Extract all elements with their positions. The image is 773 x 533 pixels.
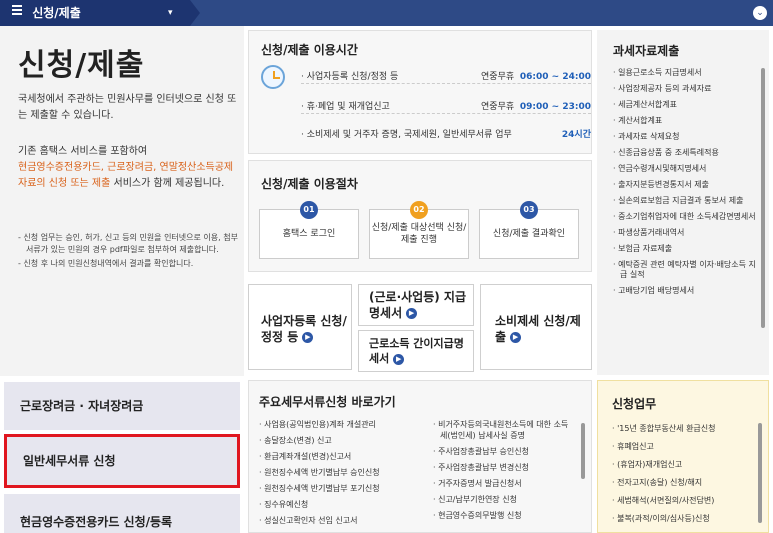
list-item[interactable]: · 성실신고확인자 선임 신고서 [259,515,429,526]
list-item[interactable]: · 현금영수증의무발행 신청 [433,510,575,521]
list-item[interactable]: · 일용근로소득 지급명세서 [613,68,763,78]
list-item[interactable]: · 비거주자등의국내원천소득에 대한 소득세(법인세) 납세사실 증명 [433,419,575,441]
list-item[interactable]: · 사업용(공익법인용)계좌 개설관리 [259,419,429,430]
intro-services-prefix: 기존 홈택스 서비스를 포함하여 [18,146,148,157]
step-number-badge: 03 [520,201,538,219]
list-item[interactable]: · 실손의료보험금 지급결과 통보서 제출 [613,196,763,206]
tax-data-title: 과세자료제출 [613,44,680,58]
list-item[interactable]: · 사업장제공자 등의 과세자료 [613,84,763,94]
clock-icon [261,65,285,89]
list-item[interactable]: · 원천징수세액 반기별납부 승인신청 [259,467,429,478]
list-item[interactable]: · 고배당기업 배당명세서 [613,286,763,296]
intro-note: - 신청 업무는 승인, 허가, 신고 등의 민원을 인터넷으로 이용, 첨부서… [18,233,238,254]
breadcrumb-arrow [190,0,200,26]
hours-row-label: · 휴·폐업 및 재개업신고 [301,102,390,112]
list-item[interactable]: · 불복(과적/이의/심사등)신청 [612,513,760,524]
tax-documents-shortcuts: 주요세무서류신청 바로가기 · 사업용(공익법인용)계좌 개설관리 · 송달장소… [248,380,592,533]
list-item[interactable]: · 휴폐업신고 [612,441,760,452]
list-item[interactable]: · 세금계산서합계표 [613,100,763,110]
procedure-title: 신청/제출 이용절차 [261,177,358,191]
top-nav-bar: 신청/제출 ▾ ⌄ [0,0,773,26]
list-item[interactable]: · 거주자증명서 발급신청서 [433,478,575,489]
step-number-badge: 01 [300,201,318,219]
scrollbar[interactable] [758,423,762,523]
chevron-down-icon: ▾ [168,8,173,18]
list-item[interactable]: · 파생상품거래내역서 [613,228,763,238]
menu-card-general-tax-documents[interactable]: 일반세무서류 신청 [4,434,240,488]
hours-row-label: · 소비제세 및 거주자 증명, 국제세원, 일반세무서류 업무 [301,130,512,140]
list-item[interactable]: · 징수유예신청 [259,499,429,510]
breadcrumb-label: 신청/제출 [32,6,81,20]
intro-services-suffix: 서비스가 함께 제공됩니다. [113,178,225,189]
intro-services: 기존 홈택스 서비스를 포함하여 현금영수증전용카드, 근로장려금, 연말정산소… [18,144,240,192]
service-hours-title: 신청/제출 이용시간 [261,43,358,57]
quick-link-business-registration[interactable]: 사업자등록 신청/정정 등 ▶ [248,284,352,370]
scrollbar[interactable] [761,68,765,328]
hours-time: 09:00 ~ 23:00 [519,102,591,112]
arrow-right-icon: ▶ [393,353,405,365]
menu-card-earned-income-credit[interactable]: 근로장려금 · 자녀장려금 [4,382,240,430]
page-title: 신청/제출 [18,48,145,83]
hours-time: 24시간 [561,130,591,140]
service-hours-panel: 신청/제출 이용시간 · 사업자등록 신청/정정 등 연중무휴 06:00 ~ … [248,30,592,154]
list-item[interactable]: · 예탁증권 관련 예탁자별 이자·배당소득 지급 실적 [613,260,763,280]
quick-link-simple-statement[interactable]: 근로소득 간이지급명세서 ▶ [358,330,474,372]
quick-link-label: (근로·사업등) 지급명세서 [369,290,466,320]
list-item[interactable]: · (휴업자)재개업신고 [612,459,760,470]
intro-note: - 신청 후 나의 민원신청내역에서 결과를 확인합니다. [18,259,194,268]
list-item[interactable]: · 주사업장총괄납부 승인신청 [433,446,575,457]
list-item[interactable]: · 연금수령개시및해지명세서 [613,164,763,174]
scrollbar[interactable] [581,423,585,479]
divider [301,113,591,114]
tax-data-list: · 일용근로소득 지급명세서 · 사업장제공자 등의 과세자료 · 세금계산서합… [613,68,763,302]
list-item[interactable]: · 신고/납부기한연장 신청 [433,494,575,505]
arrow-right-icon: ▶ [406,308,418,319]
quick-link-payment-statement[interactable]: (근로·사업등) 지급명세서 ▶ [358,284,474,326]
arrow-right-icon: ▶ [302,332,314,343]
hours-row-time: 연중무휴 06:00 ~ 24:00 [481,69,591,82]
hours-row-label: · 사업자등록 신청/정정 등 [301,72,399,82]
list-item[interactable]: · 신종금융상품 중 조세특례적용 [613,148,763,158]
list-item[interactable]: · 원천징수세액 반기별납부 포기신청 [259,483,429,494]
hours-row-time: 24시간 [562,127,591,140]
tax-documents-column: · 사업용(공익법인용)계좌 개설관리 · 송달장소(변경) 신고 · 환급계좌… [259,419,429,531]
quick-link-consumption-tax[interactable]: 소비제세 신청/제출 ▶ [480,284,592,370]
list-item[interactable]: · '15년 종합부동산세 환급신청 [612,423,760,434]
hamburger-icon [12,3,22,17]
business-title: 신청업무 [612,397,657,411]
quick-link-label: 소비제세 신청/제출 [495,314,581,344]
tax-documents-title: 주요세무서류신청 바로가기 [259,395,396,409]
hours-time: 06:00 ~ 24:00 [519,72,591,82]
intro-panel: 신청/제출 국세청에서 주관하는 민원사무를 인터넷으로 신청 또는 제출할 수… [0,26,244,376]
quick-link-label: 근로소득 간이지급명세서 [369,337,464,365]
step-number-badge: 02 [410,201,428,219]
tax-data-panel: 과세자료제출 · 일용근로소득 지급명세서 · 사업장제공자 등의 과세자료 ·… [597,30,769,375]
list-item[interactable]: · 계산서합계표 [613,116,763,126]
hours-row-time: 연중무휴 09:00 ~ 23:00 [481,99,591,112]
breadcrumb-menu[interactable]: 신청/제출 ▾ [0,0,190,26]
tax-documents-column: · 비거주자등의국내원천소득에 대한 소득세(법인세) 납세사실 증명 · 주사… [433,419,575,526]
list-item[interactable]: · 전자고지(송달) 신청/해지 [612,477,760,488]
business-list: · '15년 종합부동산세 환급신청 · 휴폐업신고 · (휴업자)재개업신고 … [612,423,760,531]
list-item[interactable]: · 세법해석(서면질의/사전답변) [612,495,760,506]
expand-button[interactable]: ⌄ [753,6,767,20]
business-panel: 신청업무 · '15년 종합부동산세 환급신청 · 휴폐업신고 · (휴업자)재… [597,380,769,533]
divider [301,83,591,84]
list-item[interactable]: · 주사업장총괄납부 변경신청 [433,462,575,473]
list-item[interactable]: · 중소기업취업자에 대한 소득세감면명세서 [613,212,763,222]
intro-notes: - 신청 업무는 승인, 허가, 신고 등의 민원을 인터넷으로 이용, 첨부서… [18,232,240,272]
procedure-panel: 신청/제출 이용절차 홈택스 로그인 신청/제출 대상선택 신청/제출 진행 신… [248,160,592,272]
list-item[interactable]: · 과세자료 삭제요청 [613,132,763,142]
list-item[interactable]: · 송달장소(변경) 신고 [259,435,429,446]
hours-prefix: 연중무휴 [481,102,515,112]
hours-prefix: 연중무휴 [481,72,515,82]
list-item[interactable]: · 보험금 자료제출 [613,244,763,254]
arrow-right-icon: ▶ [510,332,522,343]
list-item[interactable]: · 출자지분등변경통지서 제출 [613,180,763,190]
menu-card-cash-receipt-card[interactable]: 현금영수증전용카드 신청/등록 [4,494,240,533]
list-item[interactable]: · 환급계좌개설(변경)신고서 [259,451,429,462]
intro-description: 국세청에서 주관하는 민원사무를 인터넷으로 신청 또는 제출할 수 있습니다. [18,94,237,121]
